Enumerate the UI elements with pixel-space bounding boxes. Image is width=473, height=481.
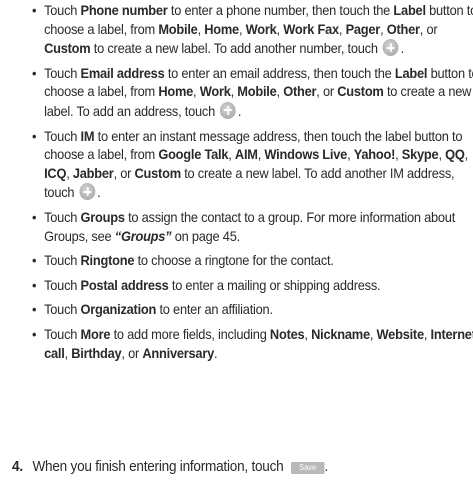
instruction-list: Touch Phone number to enter a phone numb… [32,2,473,363]
step-number: 4. [12,459,23,475]
list-item-email-address: Touch Email address to enter an email ad… [32,65,473,122]
list-item-postal-address: Touch Postal address to enter a mailing … [32,277,473,296]
plus-circle-icon [382,39,399,57]
list-item-im: Touch IM to enter an instant message add… [32,128,473,203]
cross-reference-groups: “Groups” [114,228,172,244]
plus-circle-icon [79,183,96,201]
list-item-phone-number: Touch Phone number to enter a phone numb… [32,2,473,59]
list-item-organization: Touch Organization to enter an affiliati… [32,301,473,320]
step-4: 4. When you finish entering information, … [12,459,329,475]
list-item-ringtone: Touch Ringtone to choose a ringtone for … [32,252,473,271]
save-button: Save [290,462,325,474]
plus-circle-icon [220,101,236,119]
list-item-groups: Touch Groups to assign the contact to a … [32,209,473,246]
list-item-more: Touch More to add more fields, including… [32,326,473,363]
